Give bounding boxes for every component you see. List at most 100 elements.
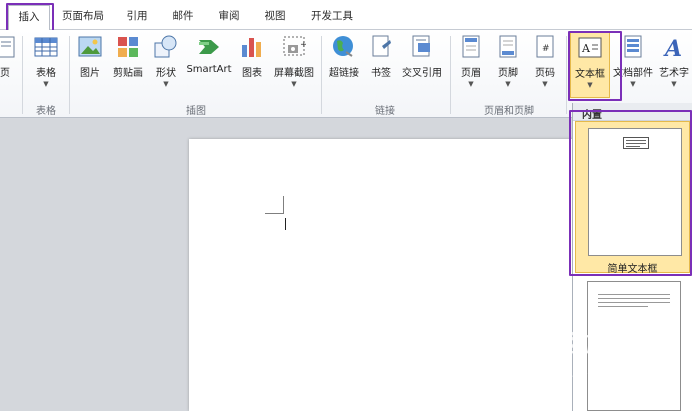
text-line [598,302,670,303]
header-label: 页眉 [461,68,481,79]
ribbon-separator [566,36,567,114]
ribbon-tab-bar: 插入 页面布局 引用 邮件 审阅 视图 开发工具 [0,0,692,31]
page-number-label: 页码 [535,68,555,79]
table-button[interactable]: 表格 ▼ [28,32,64,98]
text-line [598,306,648,307]
group-label-header-footer: 页眉和页脚 [484,106,534,117]
margin-crop-mark [283,196,284,214]
watermark: S 搜狗指南 zhinan.sogou.com [512,326,690,386]
svg-text:+: + [300,40,306,50]
chart-label: 图表 [242,68,262,79]
textbox-preview-icon [623,137,649,149]
quickparts-label: 文档部件 [613,68,653,79]
page-button-label: 页 [0,68,10,79]
text-line [598,298,670,299]
group-label-illustrations: 插图 [186,106,206,117]
chevron-down-icon: ▼ [671,80,677,88]
text-line [626,143,646,144]
tab-page-layout[interactable]: 页面布局 [58,5,108,29]
group-label-links: 链接 [375,106,395,117]
shapes-button[interactable]: 形状 ▼ [150,32,182,98]
textbox-button[interactable]: A 文本框 ▼ [570,32,610,98]
header-button[interactable]: 页眉 ▼ [454,32,488,98]
simple-textbox-thumbnail [588,128,682,256]
picture-label: 图片 [80,68,100,79]
quickparts-button[interactable]: 文档部件 ▼ [612,32,654,98]
smartart-label: SmartArt [186,64,232,75]
gallery-item-caption: 简单文本框 [607,264,658,275]
chart-button[interactable]: 图表 [236,32,268,98]
text-line [626,140,646,141]
ribbon-separator [321,36,322,114]
clipart-label: 剪贴画 [113,68,143,79]
chevron-down-icon: ▼ [163,80,169,88]
tab-view[interactable]: 视图 [258,5,292,29]
footer-label: 页脚 [498,68,518,79]
wordart-button[interactable]: A 艺术字 ▼ [656,32,692,98]
svg-text:#: # [542,44,550,54]
shapes-icon [154,34,178,60]
text-line [598,294,670,295]
watermark-url: zhinan.sogou.com [530,366,640,380]
smartart-button[interactable]: SmartArt [184,32,234,98]
chart-icon [240,34,264,60]
wordart-label: 艺术字 [659,68,689,79]
chevron-down-icon: ▼ [291,80,297,88]
clipart-button[interactable]: 剪贴画 [108,32,148,98]
bookmark-button[interactable]: 书签 [366,32,396,98]
footer-button[interactable]: 页脚 ▼ [490,32,526,98]
screenshot-icon: + [282,34,308,60]
chevron-down-icon: ▼ [43,80,49,88]
picture-icon [78,34,102,60]
tab-references[interactable]: 引用 [120,5,154,29]
watermark-text: 搜狗指南 [546,332,643,357]
tab-review[interactable]: 审阅 [212,5,246,29]
crossref-icon [410,34,434,60]
group-label-table: 表格 [36,106,56,117]
screenshot-label: 屏幕截图 [274,68,314,79]
text-cursor [285,218,286,230]
footer-icon [496,34,520,60]
page-icon [0,34,18,60]
crossref-button[interactable]: 交叉引用 [398,32,446,98]
table-icon [34,34,58,60]
sogou-logo-icon: S [512,330,542,360]
page-number-button[interactable]: # 页码 ▼ [528,32,562,98]
clipart-icon [116,34,140,60]
text-line [626,146,640,147]
tab-developer[interactable]: 开发工具 [304,5,360,29]
quickparts-icon [621,34,645,60]
bookmark-icon [369,34,393,60]
chevron-down-icon: ▼ [587,81,593,89]
tab-insert[interactable]: 插入 [8,5,50,31]
svg-text:A: A [581,42,591,55]
svg-text:A: A [663,36,682,60]
chevron-down-icon: ▼ [505,80,511,88]
page-button-partial[interactable]: 页 [0,32,16,98]
ribbon-separator [22,36,23,114]
ribbon-separator [69,36,70,114]
chevron-down-icon: ▼ [468,80,474,88]
shapes-label: 形状 [156,68,176,79]
chevron-down-icon: ▼ [542,80,548,88]
picture-button[interactable]: 图片 [74,32,106,98]
bookmark-label: 书签 [371,68,391,79]
wordart-icon: A [662,34,686,62]
margin-crop-mark [265,213,284,214]
screenshot-button[interactable]: + 屏幕截图 ▼ [270,32,318,98]
table-label: 表格 [36,68,56,79]
chevron-down-icon: ▼ [630,80,636,88]
globe-icon [332,34,356,60]
smartart-icon [197,34,221,60]
textbox-label: 文本框 [575,69,605,80]
page-number-icon: # [533,34,557,60]
header-icon [459,34,483,60]
gallery-heading: 内置 [573,103,692,121]
hyperlink-button[interactable]: 超链接 [324,32,364,98]
gallery-item-simple-textbox[interactable]: 简单文本框 [575,121,690,275]
textbox-icon: A [578,35,602,61]
tab-mailings[interactable]: 邮件 [166,5,200,29]
hyperlink-label: 超链接 [329,68,359,79]
crossref-label: 交叉引用 [402,68,442,79]
ribbon-separator [450,36,451,114]
